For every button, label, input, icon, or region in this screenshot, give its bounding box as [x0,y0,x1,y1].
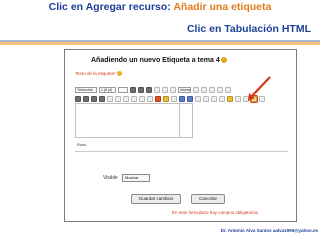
cancel-button[interactable]: Cancelar [191,194,225,204]
align-left-icon[interactable] [75,95,81,102]
table-icon[interactable] [219,95,225,102]
field-label-text: Texto de la etiqueta* [75,71,116,76]
editor-resize-area [180,103,193,138]
font-size-select[interactable]: 1 (8 pt) [99,86,116,93]
indent-icon[interactable] [147,95,153,102]
underline-icon[interactable] [146,86,152,93]
editor-toolbar-row-1: Trebuchet 1 (8 pt) Idioma [75,86,231,93]
slide-title-prefix: Clic en Agregar recurso: [48,1,171,13]
anchor-icon[interactable] [179,95,185,102]
help-icon[interactable] [220,57,227,64]
fullscreen-icon[interactable] [259,95,265,102]
visible-label: Visible [103,175,118,181]
help-icon[interactable] [116,71,122,77]
undo-icon[interactable] [217,86,223,93]
align-right-icon[interactable] [91,95,97,102]
paste-icon[interactable] [209,86,215,93]
html-source-toggle-icon[interactable] [250,94,258,103]
numbered-list-icon[interactable] [123,95,129,102]
smiley-icon[interactable] [227,95,233,102]
required-fields-note: En este formulario hay campos obligatori… [172,210,259,215]
slide-title: Clic en Agregar recurso: Añadir una etiq… [0,1,320,13]
bold-icon[interactable] [130,86,136,93]
nolink-icon[interactable] [203,95,209,102]
page-heading: Añadiendo un nuevo Etiqueta a tema 4 [91,57,227,64]
rtl-icon[interactable] [115,95,121,102]
field-label: Texto de la etiqueta* [75,71,122,77]
visible-select[interactable]: Mostrar [122,174,150,182]
horizontal-rule-icon[interactable] [171,95,177,102]
screenshot-frame: Añadiendo un nuevo Etiqueta a tema 4 Tex… [64,49,297,222]
cut-icon[interactable] [193,86,199,93]
copy-icon[interactable] [201,86,207,93]
header-accent-bar [0,42,320,45]
label-text-editor[interactable] [75,103,180,138]
slide-title-highlight: Añadir una etiqueta [173,1,272,13]
image-icon[interactable] [211,95,217,102]
ltr-icon[interactable] [107,95,113,102]
bullet-list-icon[interactable] [131,95,137,102]
strikethrough-icon[interactable] [154,86,160,93]
italic-icon[interactable] [138,86,144,93]
text-color-icon[interactable] [155,95,161,102]
style-select[interactable] [118,86,128,93]
editor-path-label: Ruta: [77,142,87,147]
page-heading-text: Añadiendo un nuevo Etiqueta a tema 4 [91,57,220,64]
section-divider [75,151,288,152]
redo-icon[interactable] [225,86,231,93]
superscript-icon[interactable] [170,86,176,93]
editor-toolbar-row-2 [75,94,265,103]
link-icon[interactable] [187,95,193,102]
language-select[interactable]: Idioma [178,86,191,93]
special-char-icon[interactable] [235,95,241,102]
unlink-icon[interactable] [195,95,201,102]
outdent-icon[interactable] [139,95,145,102]
subscript-icon[interactable] [162,86,168,93]
slide-subtitle: Clic en Tabulación HTML [186,23,311,35]
save-changes-button[interactable]: Guardar cambios [131,194,181,204]
search-icon[interactable] [243,95,249,102]
align-center-icon[interactable] [83,95,89,102]
background-color-icon[interactable] [163,95,169,102]
justify-icon[interactable] [99,95,105,102]
footer-credit: Dr. Antonio Alva Santos aalva1959@yahoo.… [220,228,318,233]
font-family-select[interactable]: Trebuchet [75,86,97,93]
